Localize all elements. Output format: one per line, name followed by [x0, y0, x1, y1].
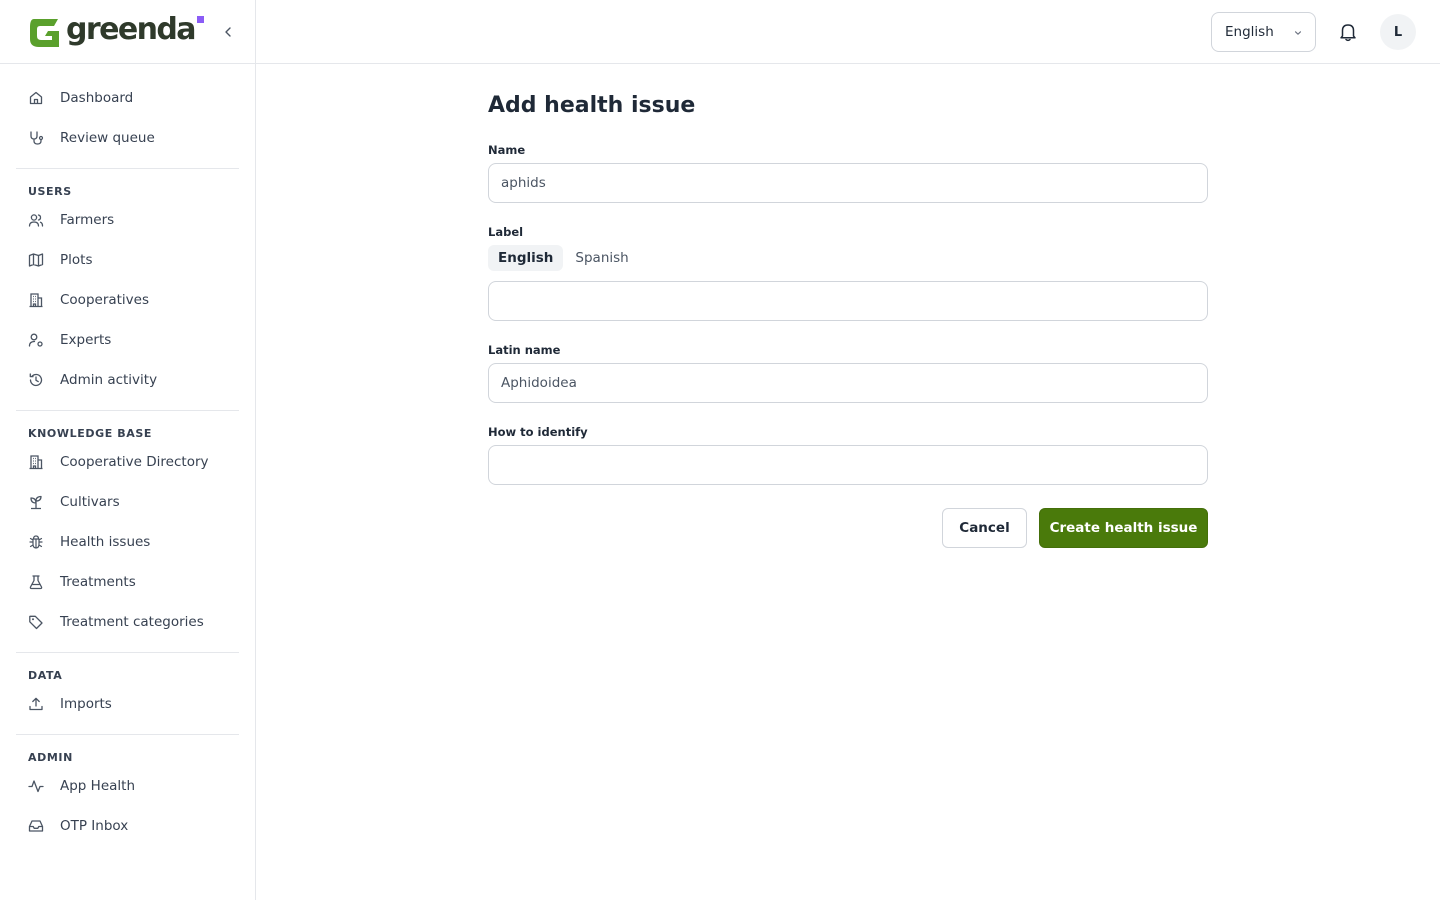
sidebar-item-cultivars[interactable]: Cultivars: [16, 482, 239, 522]
how-to-identify-label: How to identify: [488, 425, 588, 439]
sidebar-item-health-issues[interactable]: Health issues: [16, 522, 239, 562]
sidebar-item-dashboard[interactable]: Dashboard: [16, 78, 239, 118]
sidebar-item-farmers[interactable]: Farmers: [16, 200, 239, 240]
create-health-issue-button[interactable]: Create health issue: [1039, 508, 1208, 548]
name-label: Name: [488, 143, 526, 157]
sidebar-item-cooperatives[interactable]: Cooperatives: [16, 280, 239, 320]
language-tabs: English Spanish: [488, 245, 1208, 271]
nav-group-admin: ADMIN App Health OTP Inbox: [16, 744, 239, 856]
form-actions: Cancel Create health issue: [942, 508, 1208, 548]
sidebar-item-admin-activity[interactable]: Admin activity: [16, 360, 239, 400]
inbox-icon: [28, 818, 44, 834]
sidebar-item-label: Cooperatives: [60, 292, 150, 308]
stethoscope-icon: [28, 130, 44, 146]
sidebar-item-label: Dashboard: [60, 90, 134, 106]
latin-name-input[interactable]: Aphidoidea: [488, 363, 1208, 403]
latin-name-label: Latin name: [488, 343, 561, 357]
sidebar-item-otp-inbox[interactable]: OTP Inbox: [16, 806, 239, 846]
tab-spanish[interactable]: Spanish: [565, 245, 638, 271]
brand-name: greenda: [66, 11, 196, 47]
sidebar-item-cooperative-directory[interactable]: Cooperative Directory: [16, 442, 239, 482]
users-icon: [28, 212, 44, 228]
bug-icon: [28, 534, 44, 550]
label-label: Label: [488, 225, 524, 239]
chevron-down-icon: [1294, 31, 1302, 35]
language-select[interactable]: English: [1211, 12, 1316, 52]
brand-header: greenda: [0, 0, 255, 64]
sidebar-item-label: Cultivars: [60, 494, 120, 510]
user-cog-icon: [28, 332, 44, 348]
name-input-value: aphids: [501, 175, 546, 191]
history-icon: [28, 372, 44, 388]
cancel-button[interactable]: Cancel: [942, 508, 1027, 548]
activity-icon: [28, 778, 44, 794]
nav-heading-data: DATA: [28, 669, 63, 682]
sidebar-item-label: OTP Inbox: [60, 818, 129, 834]
tab-english[interactable]: English: [488, 245, 564, 271]
latin-name-field-group: Latin name Aphidoidea: [488, 343, 1208, 403]
sidebar-item-label: App Health: [60, 778, 135, 794]
sidebar: greenda Dashboard Review queue USERS Far…: [0, 0, 256, 900]
sidebar-item-label: Treatment categories: [60, 614, 204, 630]
sidebar-item-label: Farmers: [60, 212, 115, 228]
collapse-sidebar-button[interactable]: [218, 22, 238, 42]
nav-heading-admin: ADMIN: [28, 751, 73, 764]
how-to-identify-input[interactable]: [488, 445, 1208, 485]
avatar[interactable]: L: [1380, 14, 1416, 50]
tag-icon: [28, 614, 44, 630]
sidebar-item-label: Plots: [60, 252, 93, 268]
nav-group-data: DATA Imports: [16, 662, 239, 735]
how-to-identify-field-group: How to identify: [488, 425, 1208, 485]
map-icon: [28, 252, 44, 268]
top-bar: English L: [256, 0, 1440, 64]
language-select-value: English: [1225, 24, 1274, 40]
nav-group-main: Dashboard Review queue: [16, 78, 239, 169]
sidebar-item-treatments[interactable]: Treatments: [16, 562, 239, 602]
latin-name-input-value: Aphidoidea: [501, 375, 577, 391]
sidebar-item-label: Cooperative Directory: [60, 454, 209, 470]
sidebar-item-plots[interactable]: Plots: [16, 240, 239, 280]
name-input[interactable]: aphids: [488, 163, 1208, 203]
sidebar-item-label: Health issues: [60, 534, 151, 550]
name-field-group: Name aphids: [488, 143, 1208, 203]
sidebar-item-imports[interactable]: Imports: [16, 684, 239, 724]
upload-icon: [28, 696, 44, 712]
nav-group-knowledge-base: KNOWLEDGE BASE Cooperative Directory Cul…: [16, 420, 239, 653]
sprout-icon: [28, 494, 44, 510]
sidebar-nav: Dashboard Review queue USERS Farmers Plo…: [0, 64, 255, 856]
nav-heading-users: USERS: [28, 185, 72, 198]
building-icon: [28, 454, 44, 470]
chevron-left-icon: [225, 27, 231, 37]
main-content: Add health issue Name aphids Label Engli…: [488, 64, 1208, 548]
home-icon: [28, 90, 44, 106]
nav-group-users: USERS Farmers Plots Cooperatives Experts…: [16, 178, 239, 411]
building-icon: [28, 292, 44, 308]
logo-dot: [197, 16, 204, 23]
sidebar-item-label: Experts: [60, 332, 112, 348]
sidebar-item-treatment-categories[interactable]: Treatment categories: [16, 602, 239, 642]
notifications-button[interactable]: [1337, 21, 1359, 43]
sidebar-item-label: Admin activity: [60, 372, 158, 388]
sidebar-item-review-queue[interactable]: Review queue: [16, 118, 239, 158]
label-input[interactable]: [488, 281, 1208, 321]
nav-heading-knowledge-base: KNOWLEDGE BASE: [28, 427, 152, 440]
page-title: Add health issue: [488, 93, 696, 118]
sidebar-item-label: Imports: [60, 696, 112, 712]
sidebar-item-label: Review queue: [60, 130, 155, 146]
bell-icon: [1340, 24, 1356, 42]
greenda-logo-icon: [30, 18, 59, 47]
sidebar-item-label: Treatments: [60, 574, 136, 590]
sidebar-item-app-health[interactable]: App Health: [16, 766, 239, 806]
label-field-group: Label English Spanish: [488, 225, 1208, 321]
sidebar-item-experts[interactable]: Experts: [16, 320, 239, 360]
logo[interactable]: greenda: [28, 11, 196, 49]
flask-icon: [28, 574, 44, 590]
